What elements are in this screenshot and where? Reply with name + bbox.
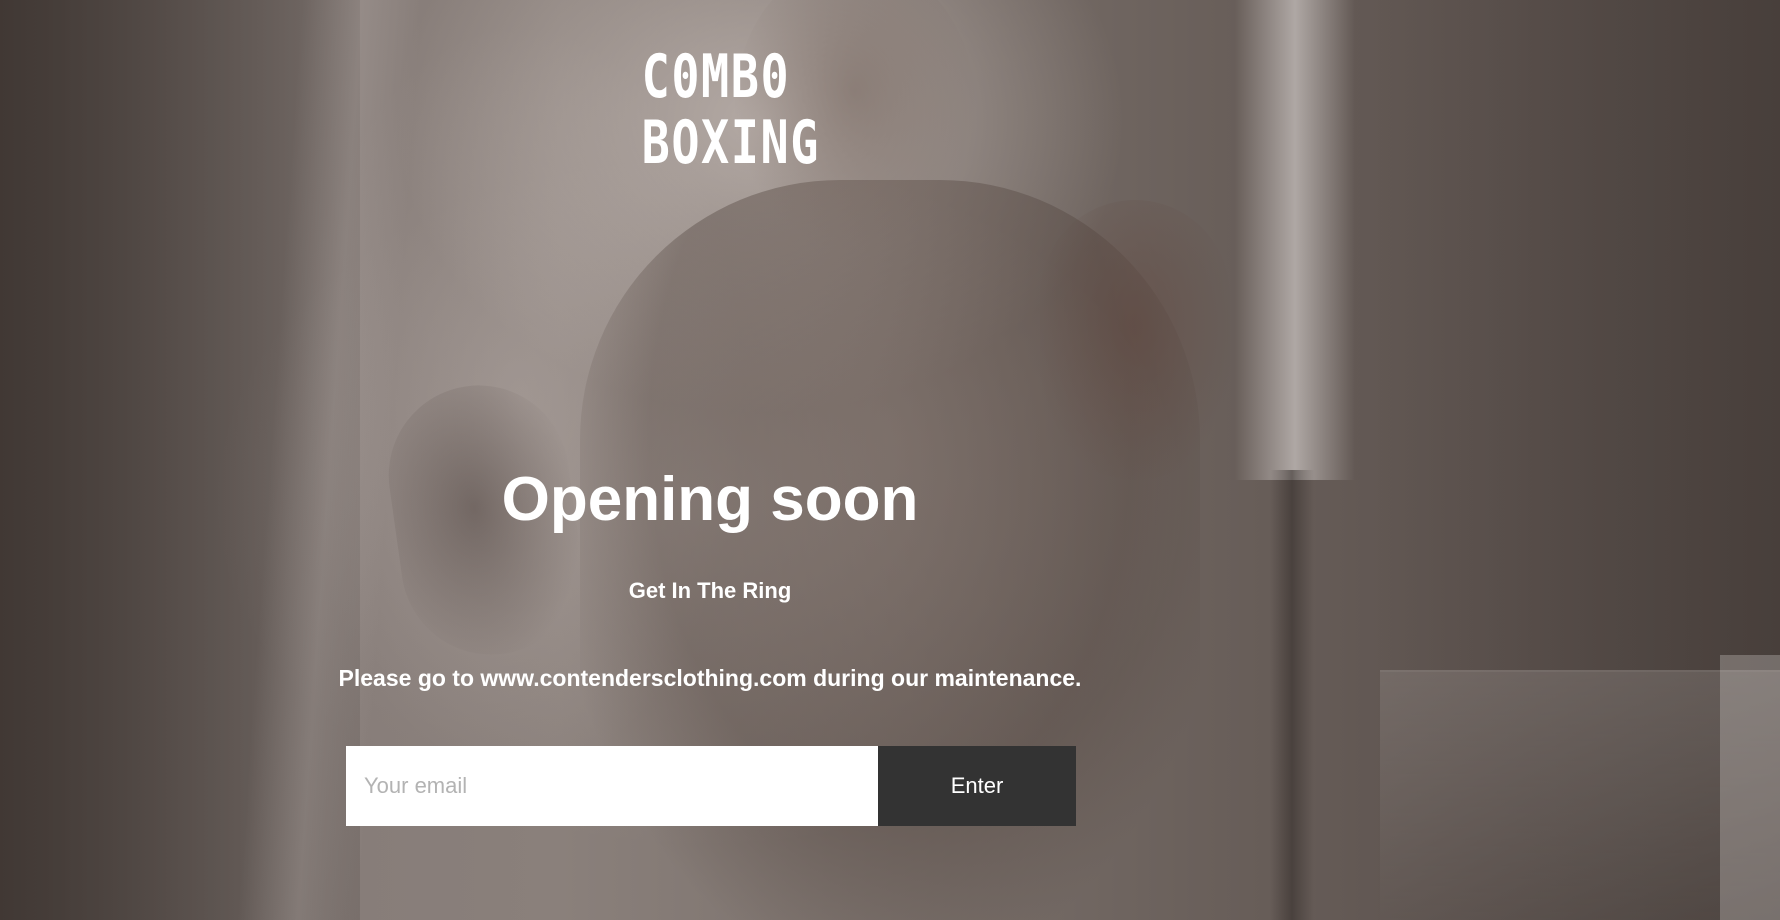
brand-logo[interactable]: C0MB0 BOXING bbox=[622, 42, 821, 178]
logo-line-combo: C0MB0 bbox=[641, 42, 791, 112]
page-subtitle: Get In The Ring bbox=[628, 578, 792, 603]
background-shadow bbox=[1370, 0, 1780, 920]
background-glove-right bbox=[1040, 200, 1230, 480]
enter-button[interactable]: Enter bbox=[878, 746, 1076, 826]
email-field[interactable] bbox=[346, 746, 878, 826]
maintenance-page: C0MB0 BOXING Opening soon Get In The Rin… bbox=[0, 0, 1780, 920]
background-rope bbox=[1235, 0, 1355, 480]
background-pole bbox=[1270, 470, 1314, 920]
logo-line-boxing: BOXING bbox=[641, 108, 821, 178]
page-title: Opening soon bbox=[501, 465, 919, 534]
email-signup-form: Enter bbox=[346, 746, 1076, 826]
background-bench bbox=[1380, 670, 1780, 920]
maintenance-notice: Please go to www.contendersclothing.com … bbox=[338, 665, 1082, 691]
background-shelf bbox=[1720, 655, 1780, 920]
background-wall bbox=[0, 0, 360, 920]
